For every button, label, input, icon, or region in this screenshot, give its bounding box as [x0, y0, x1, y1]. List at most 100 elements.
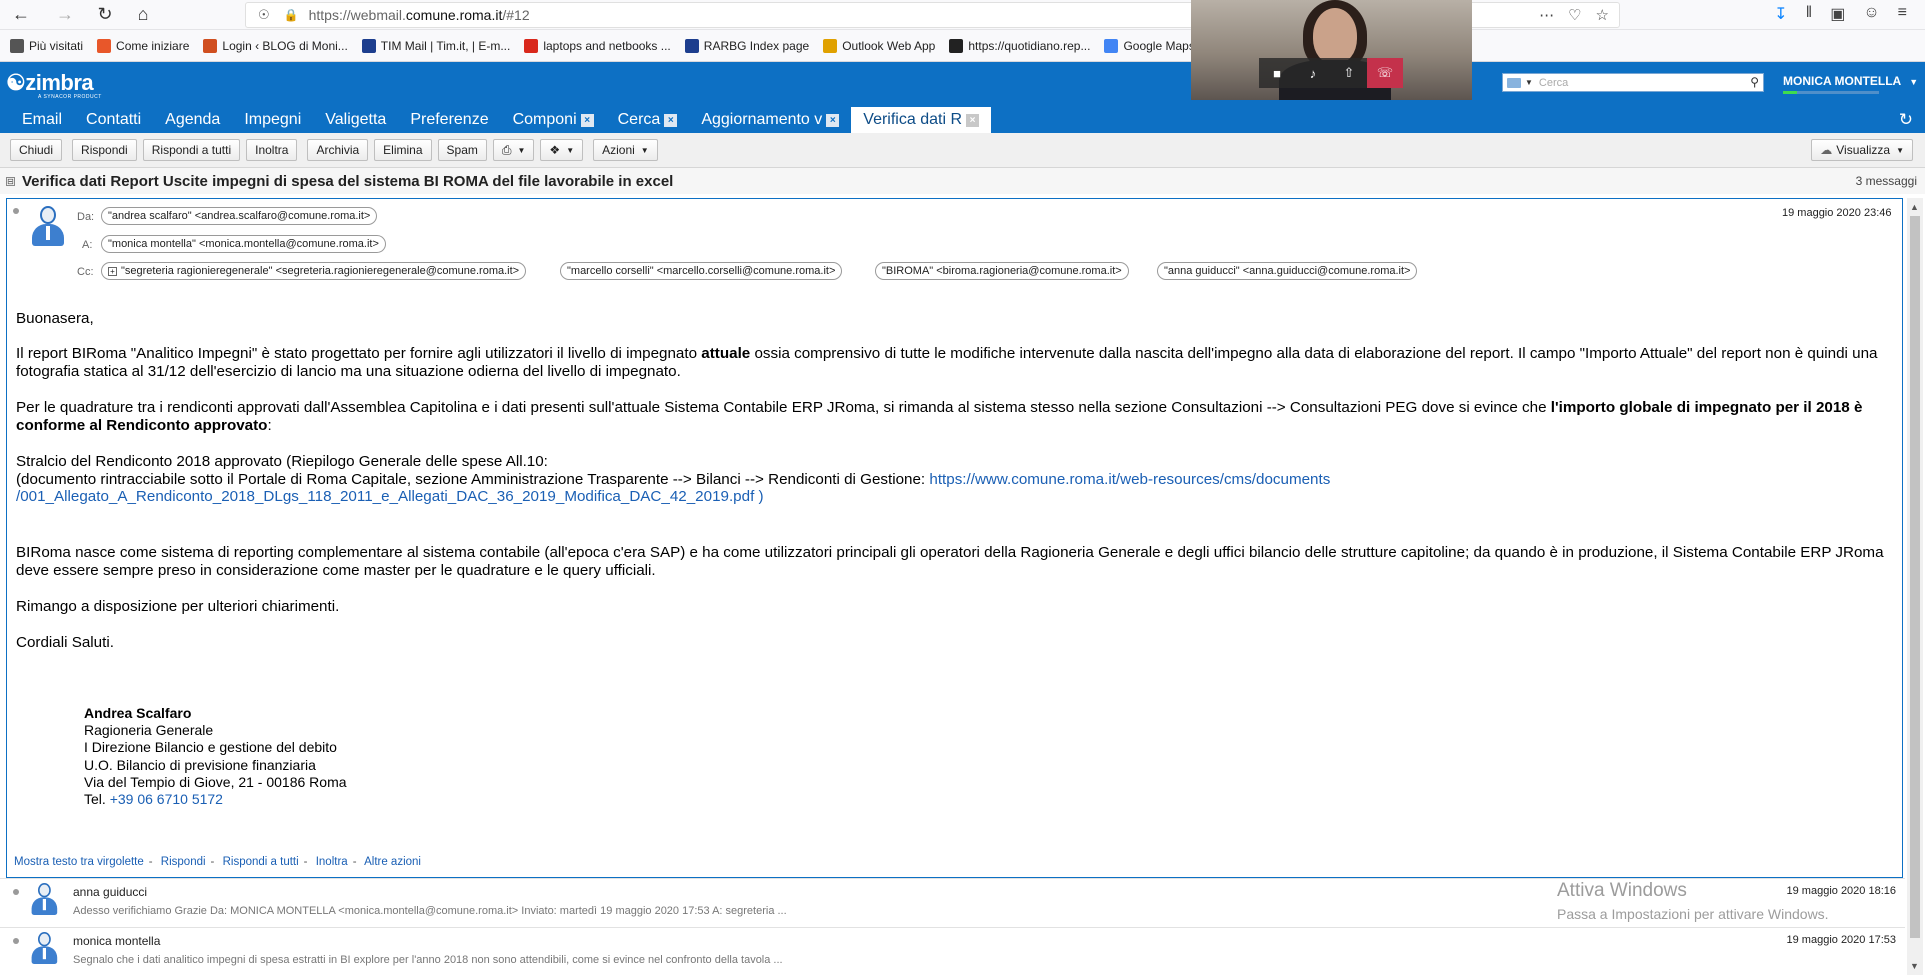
bookmark-item[interactable]: Login ‹ BLOG di Moni...	[203, 38, 348, 53]
user-menu[interactable]: MONICA MONTELLA ▼	[1783, 74, 1918, 94]
tab-label: Cerca	[617, 111, 661, 128]
cc-address[interactable]: "BIROMA" <biroma.ragioneria@comune.roma.…	[875, 262, 1129, 280]
menu-icon[interactable]: ≡	[1898, 4, 1907, 24]
expand-icon[interactable]: +	[108, 267, 117, 276]
bookmark-item[interactable]: TIM Mail | Tim.it, | E-m...	[361, 38, 510, 53]
blog-icon	[203, 38, 218, 53]
forward-icon[interactable]: →	[50, 2, 80, 28]
reload-icon[interactable]: ↻	[90, 2, 120, 28]
outlook-icon	[823, 38, 838, 53]
tab-agenda[interactable]: Agenda	[153, 107, 232, 133]
from-address[interactable]: "andrea scalfaro" <andrea.scalfaro@comun…	[101, 207, 378, 225]
scroll-up-icon[interactable]: ▲	[1910, 202, 1919, 212]
scrollbar[interactable]: ▲ ▼	[1907, 198, 1923, 975]
bookmark-item[interactable]: Come iniziare	[97, 38, 189, 53]
show-quoted-link[interactable]: Mostra testo tra virgolette	[14, 856, 144, 868]
phone-link[interactable]: +39 06 6710 5172	[110, 791, 223, 807]
tab-impegni[interactable]: Impegni	[232, 107, 313, 133]
signature-name: Andrea Scalfaro	[84, 705, 192, 721]
reply-button[interactable]: Rispondi	[72, 139, 137, 161]
tab-verifica-dati-r[interactable]: Verifica dati R ×	[851, 107, 991, 133]
shield-icon[interactable]: ☉	[258, 7, 270, 23]
more-actions-link[interactable]: Altre azioni	[364, 856, 421, 868]
rendiconto-link-cont[interactable]: /001_Allegato_A_Rendiconto_2018_DLgs_118…	[16, 488, 764, 505]
cc-address[interactable]: "anna guiducci" <anna.guiducci@comune.ro…	[1157, 262, 1418, 280]
mic-off-icon[interactable]: ♪	[1295, 58, 1331, 88]
back-icon[interactable]: ←	[6, 2, 36, 28]
scroll-down-icon[interactable]: ▼	[1910, 961, 1919, 971]
tab-cerca[interactable]: Cerca ×	[606, 107, 690, 133]
close-icon[interactable]: ×	[826, 113, 840, 127]
account-icon[interactable]: ☺	[1863, 4, 1879, 24]
message-paragraph: Stralcio del Rendiconto 2018 approvato (…	[16, 453, 1331, 506]
bookmark-star-icon[interactable]: ☆	[1596, 6, 1609, 24]
bookmark-item[interactable]: RARBG Index page	[684, 38, 810, 53]
cc-address[interactable]: "marcello corselli" <marcello.corselli@c…	[560, 262, 843, 280]
hang-up-icon[interactable]: ☏	[1367, 58, 1403, 88]
rendiconto-link[interactable]: https://www.comune.roma.it/web-resources…	[929, 471, 1330, 488]
read-status-dot[interactable]	[13, 208, 19, 214]
scrollbar-thumb[interactable]	[1910, 216, 1920, 938]
archive-button[interactable]: Archivia	[307, 139, 369, 161]
tab-preferenze[interactable]: Preferenze	[398, 107, 500, 133]
reply-all-link[interactable]: Rispondi a tutti	[223, 856, 299, 868]
lock-icon[interactable]: 🔒	[284, 8, 299, 22]
video-call-overlay[interactable]: ■ ♪ ⇧ ☏	[1191, 0, 1472, 100]
logo-subtitle: A SYNACOR PRODUCT	[38, 94, 102, 100]
search-icon[interactable]: ⚲	[1750, 75, 1759, 89]
close-button[interactable]: Chiudi	[10, 139, 63, 161]
reply-all-button[interactable]: Rispondi a tutti	[142, 139, 241, 161]
list-item[interactable]: monica montella Segnalo che i dati anali…	[0, 927, 1905, 975]
actions-button[interactable]: Azioni ▼	[593, 139, 658, 161]
refresh-icon[interactable]: ↻	[1899, 110, 1913, 130]
read-status-dot[interactable]	[13, 889, 19, 895]
tab-contatti[interactable]: Contatti	[74, 107, 153, 133]
to-address[interactable]: "monica montella" <monica.montella@comun…	[101, 235, 386, 253]
search-field[interactable]: ▼ Cerca ⚲	[1502, 73, 1764, 92]
read-status-dot[interactable]	[13, 938, 19, 944]
zimbra-logo[interactable]: ☯zimbra A SYNACOR PRODUCT	[6, 70, 101, 100]
bookmark-item[interactable]: laptops and netbooks ...	[524, 38, 671, 53]
url-text[interactable]: https://webmail.comune.roma.it/#12	[309, 7, 530, 23]
bookmark-item[interactable]: Più visitati	[10, 38, 83, 53]
forward-link[interactable]: Inoltra	[316, 856, 348, 868]
camera-off-icon[interactable]: ■	[1259, 58, 1295, 88]
tab-aggiornamento-v[interactable]: Aggiornamento v ×	[689, 107, 851, 133]
bookmark-item[interactable]: Google Maps	[1104, 38, 1195, 53]
reply-link[interactable]: Rispondi	[161, 856, 206, 868]
message-paragraph: Per le quadrature tra i rendiconti appro…	[16, 399, 1863, 434]
bookmark-label: RARBG Index page	[703, 38, 810, 53]
r-icon	[684, 38, 699, 53]
person-face	[1313, 8, 1357, 64]
more-icon[interactable]: ⋯	[1539, 6, 1554, 24]
bookmark-item[interactable]: Outlook Web App	[823, 38, 935, 53]
close-icon[interactable]: ×	[580, 113, 594, 127]
print-button[interactable]: ⎙ ▼	[492, 139, 535, 161]
close-icon[interactable]: ×	[966, 113, 979, 127]
delete-button[interactable]: Elimina	[374, 139, 432, 161]
chevron-down-icon[interactable]: ▼	[1525, 78, 1533, 87]
library-icon[interactable]: ‖	[1806, 4, 1813, 24]
cc-label: Cc:	[77, 266, 94, 278]
tab-label: Componi	[512, 111, 577, 128]
close-icon[interactable]: ×	[664, 113, 678, 127]
from-label: Da:	[77, 211, 95, 223]
bookmark-item[interactable]: https://quotidiano.rep...	[949, 38, 1090, 53]
mail-icon	[1507, 77, 1521, 88]
forward-button[interactable]: Inoltra	[246, 139, 298, 161]
home-icon[interactable]: ⌂	[128, 2, 158, 28]
tag-button[interactable]: ❖ ▼	[540, 139, 584, 161]
expand-icon[interactable]: ⊟	[6, 176, 15, 186]
share-screen-icon[interactable]: ⇧	[1331, 58, 1367, 88]
view-button[interactable]: ☁ Visualizza ▼	[1811, 139, 1913, 161]
download-icon[interactable]: ↧	[1774, 4, 1787, 24]
avatar	[30, 206, 66, 248]
tab-valigetta[interactable]: Valigetta	[313, 107, 398, 133]
cc-address[interactable]: + "segreteria ragionieregenerale" <segret…	[101, 262, 527, 280]
tab-label: Valigetta	[325, 111, 387, 128]
sidebar-icon[interactable]: ▣	[1830, 4, 1845, 24]
tab-email[interactable]: Email	[10, 107, 74, 133]
tab-componi[interactable]: Componi ×	[501, 107, 606, 133]
spam-button[interactable]: Spam	[437, 139, 487, 161]
pocket-icon[interactable]: ♡	[1568, 6, 1581, 24]
